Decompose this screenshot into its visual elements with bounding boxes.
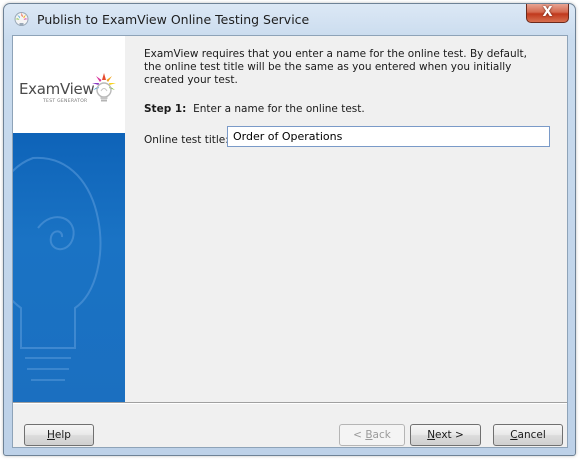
next-button[interactable]: Next >	[410, 424, 481, 446]
close-icon: X	[542, 5, 553, 20]
dialog-client-area: ExamView TEST GENERATOR ExamView require…	[12, 35, 568, 448]
lightbulb-watermark-icon	[13, 156, 102, 381]
lightbulb-logo-icon	[92, 73, 116, 102]
step-instruction: Step 1: Enter a name for the online test…	[144, 103, 365, 115]
cancel-button[interactable]: Cancel	[493, 424, 563, 446]
button-bar-divider	[13, 402, 567, 404]
help-button[interactable]: Help	[24, 424, 94, 446]
step-text: Enter a name for the online test.	[193, 103, 365, 115]
examview-app-icon	[14, 12, 29, 26]
back-button[interactable]: < Back	[339, 424, 405, 446]
online-test-title-label: Online test title:	[144, 134, 229, 146]
title-bar[interactable]: Publish to ExamView Online Testing Servi…	[4, 4, 575, 35]
wizard-content: ExamView requires that you enter a name …	[125, 36, 567, 402]
step-label: Step 1:	[144, 103, 187, 115]
dialog-window: Publish to ExamView Online Testing Servi…	[3, 3, 576, 456]
instructions-text: ExamView requires that you enter a name …	[144, 48, 528, 86]
window-title: Publish to ExamView Online Testing Servi…	[37, 12, 310, 27]
sidebar-blue-panel	[13, 133, 125, 402]
wizard-sidebar: ExamView TEST GENERATOR	[13, 36, 125, 402]
online-test-title-input[interactable]	[227, 126, 550, 147]
examview-logo-subtitle: TEST GENERATOR	[43, 99, 88, 104]
logo-area: ExamView TEST GENERATOR	[13, 36, 125, 133]
close-button[interactable]: X	[526, 4, 569, 23]
examview-logo-text: ExamView	[19, 80, 95, 98]
